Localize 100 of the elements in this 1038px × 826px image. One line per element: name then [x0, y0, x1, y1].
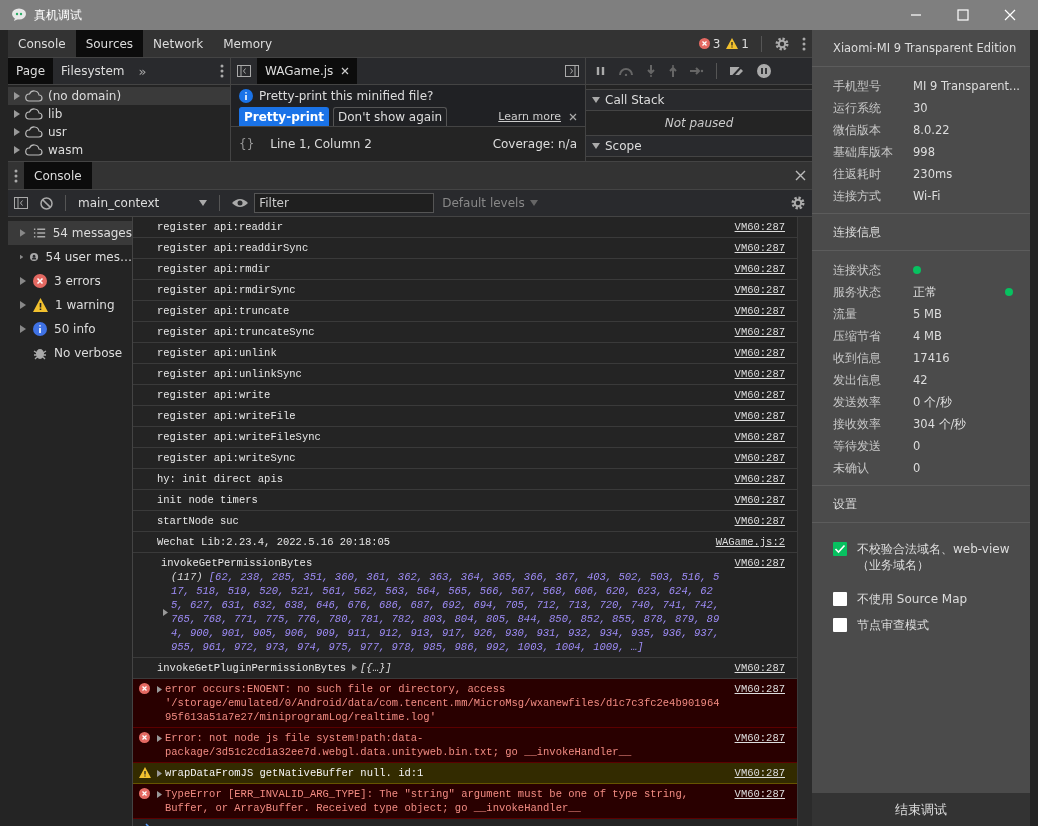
settings-icon[interactable]: [790, 195, 806, 211]
filter-item[interactable]: 50 info: [8, 317, 132, 341]
source-link[interactable]: VM60:287: [734, 682, 785, 696]
clear-icon[interactable]: [40, 196, 53, 210]
sidebar-toggle-icon[interactable]: [237, 65, 251, 77]
array-value[interactable]: (117) [62, 238, 285, 351, 360, 361, 362, 363, 364, 365, 366, 367, 403, 502, 503, 516, 517, 518, 519, 520, 521, 561, 562, 563, 564, 565, 566, 567, 568, 606, 620, 623, 624, 625, 627, 631, 632, 638, 646, 676, 686, 687, 692, 694, 705, 712, 713, 720, 740, 741, 742, 765, 768, 771, 775, 776, 780, 781, 782, 803, 804, 805, 844, 850, 852, 855, 878, 879, 894, 900, 901, 905, 906, 909, 911, 912, 913, 917, 926, 930, 931, 932, 934, 935, 936, 937, 955, 961, 972, 973, 974, 975, 977, 978, 985, 986, 992, 1003, 1004, 1009, …]: [171, 570, 721, 654]
maximize-icon[interactable]: [957, 9, 969, 21]
infobar-button[interactable]: Don't show again: [333, 107, 448, 126]
more-icon[interactable]: [220, 64, 224, 78]
expand-icon[interactable]: [157, 686, 162, 693]
object-value[interactable]: [{…}]: [360, 662, 392, 674]
checkbox[interactable]: [833, 592, 847, 606]
expand-icon[interactable]: [157, 791, 162, 798]
expand-icon[interactable]: [20, 301, 26, 309]
source-link[interactable]: VM60:287: [734, 304, 785, 318]
scrollbar[interactable]: [797, 217, 812, 826]
pause-on-exceptions-icon[interactable]: [757, 64, 771, 78]
tree-item[interactable]: usr: [8, 123, 230, 141]
expand-icon[interactable]: [14, 146, 20, 154]
expand-icon[interactable]: [163, 608, 168, 616]
deactivate-breakpoints-icon[interactable]: [729, 65, 745, 77]
filter-item[interactable]: No verbose: [8, 341, 132, 365]
checkbox[interactable]: [833, 542, 847, 556]
close-icon[interactable]: [569, 112, 577, 121]
expand-icon[interactable]: [14, 110, 20, 118]
expand-icon[interactable]: [20, 277, 26, 285]
drawer-tab[interactable]: Console: [24, 162, 92, 189]
warning-count[interactable]: 1: [741, 36, 749, 51]
filter-item[interactable]: 1 warning: [8, 293, 132, 317]
source-link[interactable]: VM60:287: [734, 220, 785, 234]
source-link[interactable]: VM60:287: [734, 367, 785, 381]
close-icon[interactable]: [341, 67, 350, 75]
expand-icon[interactable]: [352, 664, 358, 671]
source-link[interactable]: VM60:287: [734, 325, 785, 339]
step-into-icon[interactable]: [646, 65, 656, 77]
source-link[interactable]: VM60:287: [734, 493, 785, 507]
sidebar-toggle-icon[interactable]: [14, 197, 28, 209]
caret-icon[interactable]: [592, 97, 600, 103]
expand-icon[interactable]: [20, 253, 24, 261]
source-link[interactable]: VM60:287: [734, 556, 785, 570]
sidebar-toggle-icon[interactable]: [565, 65, 579, 77]
source-link[interactable]: VM60:287: [734, 388, 785, 402]
infobar-button[interactable]: Pretty-print: [239, 107, 330, 126]
expand-icon[interactable]: [157, 770, 162, 777]
filter-field[interactable]: Filter: [254, 193, 435, 213]
pause-icon[interactable]: [596, 66, 606, 76]
expand-icon[interactable]: [157, 735, 162, 742]
panel-tab[interactable]: Network: [143, 30, 214, 57]
panel-tab[interactable]: Console: [8, 30, 76, 57]
source-link[interactable]: VM60:287: [734, 409, 785, 423]
source-link[interactable]: VM60:287: [734, 472, 785, 486]
tree-item[interactable]: (no domain): [8, 87, 230, 105]
eye-icon[interactable]: [232, 198, 249, 208]
info-label: 连接方式: [833, 188, 882, 204]
source-link[interactable]: VM60:287: [734, 661, 785, 675]
source-link[interactable]: VM60:287: [734, 346, 785, 360]
pretty-print-button[interactable]: {}: [239, 137, 255, 151]
checkbox[interactable]: [833, 618, 847, 632]
expand-icon[interactable]: [14, 128, 20, 136]
caret-icon[interactable]: [199, 200, 208, 206]
source-link[interactable]: VM60:287: [734, 262, 785, 276]
close-icon[interactable]: [795, 170, 806, 181]
filter-item[interactable]: 54 messages: [8, 221, 132, 245]
more-icon[interactable]: [14, 168, 18, 183]
more-tabs-button[interactable]: »: [138, 63, 147, 79]
end-debug-button[interactable]: 结束调试: [812, 793, 1030, 826]
navigator-tab[interactable]: Filesystem: [53, 58, 133, 84]
step-icon[interactable]: [690, 66, 704, 76]
step-out-icon[interactable]: [668, 65, 678, 77]
file-tab[interactable]: WAGame.js: [257, 58, 358, 84]
section-header[interactable]: Scope: [586, 135, 812, 157]
expand-icon[interactable]: [14, 92, 20, 100]
filter-item[interactable]: 54 user mes…: [8, 245, 132, 269]
source-link[interactable]: WAGame.js:2: [715, 535, 785, 549]
source-link[interactable]: VM60:287: [734, 731, 785, 745]
expand-icon[interactable]: [20, 325, 26, 333]
filter-label: 3 errors: [54, 274, 101, 288]
source-link[interactable]: VM60:287: [734, 766, 785, 780]
filter-item[interactable]: 3 errors: [8, 269, 132, 293]
settings-icon[interactable]: [774, 35, 790, 52]
source-link[interactable]: VM60:287: [734, 787, 785, 801]
navigator-tab[interactable]: Page: [8, 58, 54, 84]
step-over-icon[interactable]: [618, 66, 634, 76]
source-link[interactable]: VM60:287: [734, 451, 785, 465]
section-header[interactable]: Call Stack: [586, 89, 812, 111]
tree-item[interactable]: wasm: [8, 141, 230, 159]
learn-more-link[interactable]: Learn more: [498, 110, 561, 123]
panel-tab[interactable]: Memory: [213, 30, 283, 57]
expand-icon[interactable]: [20, 229, 26, 237]
info-value: 5 MB: [913, 307, 942, 321]
caret-icon[interactable]: [592, 143, 600, 149]
more-icon[interactable]: [802, 36, 806, 51]
panel-tab[interactable]: Sources: [75, 30, 144, 57]
context-dropdown[interactable]: main_context: [72, 196, 214, 210]
tree-item[interactable]: lib: [8, 105, 230, 123]
source-link[interactable]: VM60:287: [734, 241, 785, 255]
source-link[interactable]: VM60:287: [734, 430, 785, 444]
source-link[interactable]: VM60:287: [734, 283, 785, 297]
source-link[interactable]: VM60:287: [734, 514, 785, 528]
error-count[interactable]: 3: [712, 36, 721, 51]
